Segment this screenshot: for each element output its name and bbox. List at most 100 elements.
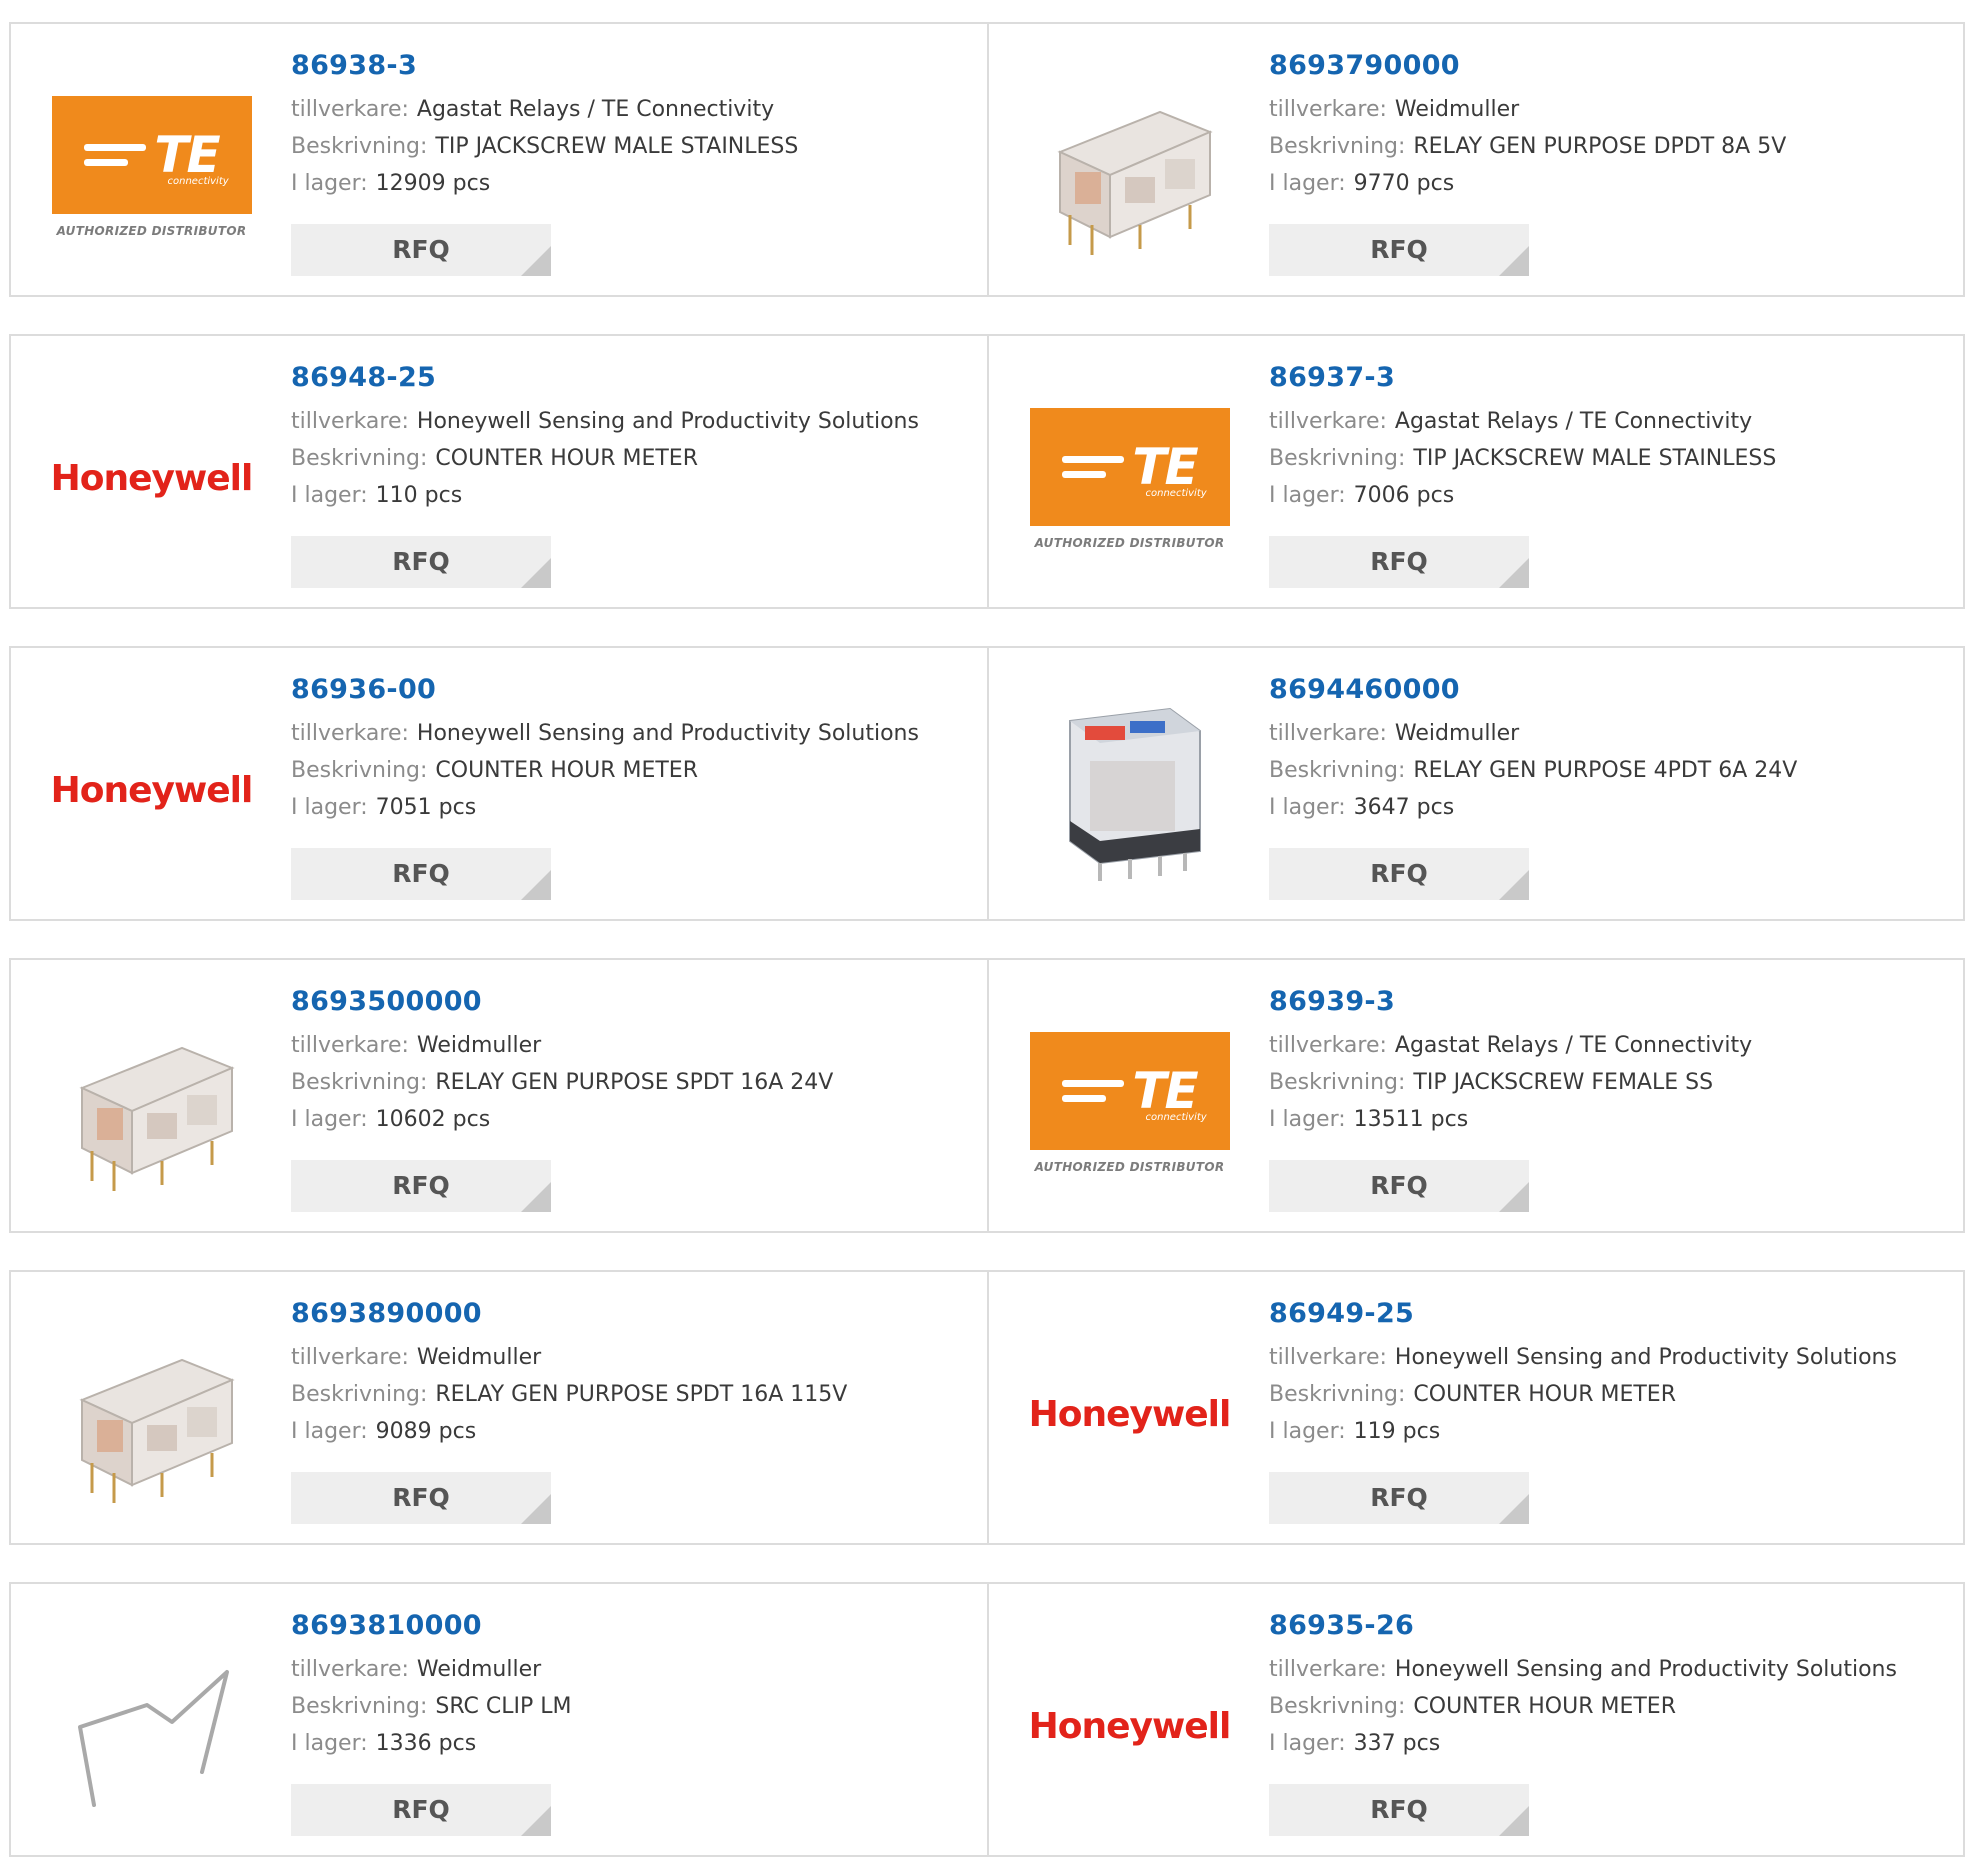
- rfq-button[interactable]: RFQ: [291, 848, 551, 900]
- stock-line: I lager: 12909 pcs: [291, 165, 967, 202]
- manufacturer-value: Weidmuller: [1394, 97, 1520, 122]
- description-value: COUNTER HOUR METER: [435, 446, 698, 471]
- manufacturer-label: tillverkare:: [291, 409, 409, 434]
- stock-label: I lager:: [291, 1107, 368, 1132]
- manufacturer-line: tillverkare: Agastat Relays / TE Connecti…: [1269, 1027, 1943, 1064]
- stock-value: 9089 pcs: [375, 1419, 477, 1444]
- rfq-button[interactable]: RFQ: [291, 1160, 551, 1212]
- description-value: TIP JACKSCREW MALE STAINLESS: [1413, 446, 1777, 471]
- stock-value: 3647 pcs: [1353, 795, 1455, 820]
- product-card: Honeywell 86949-25 tillverkare: Honeywell …: [987, 1272, 1963, 1543]
- part-number-link[interactable]: 86949-25: [1269, 1300, 1943, 1327]
- product-card: Honeywell 86948-25 tillverkare: Honeywell …: [11, 336, 987, 607]
- stock-value: 13511 pcs: [1353, 1107, 1469, 1132]
- rfq-button[interactable]: RFQ: [1269, 1160, 1529, 1212]
- part-number-link[interactable]: 86948-25: [291, 364, 967, 391]
- description-line: Beskrivning: COUNTER HOUR METER: [1269, 1688, 1943, 1725]
- product-row: Honeywell 86936-00 tillverkare: Honeywell …: [9, 646, 1965, 921]
- rfq-button[interactable]: RFQ: [291, 536, 551, 588]
- manufacturer-line: tillverkare: Weidmuller: [1269, 91, 1943, 128]
- rfq-button[interactable]: RFQ: [291, 1472, 551, 1524]
- stock-line: I lager: 13511 pcs: [1269, 1101, 1943, 1138]
- product-row: 8693890000 tillverkare: Weidmuller Beskrivn…: [9, 1270, 1965, 1545]
- rfq-button[interactable]: RFQ: [1269, 848, 1529, 900]
- part-number-link[interactable]: 86936-00: [291, 676, 967, 703]
- product-thumbnail[interactable]: TE connectivity AUTHORIZED DISTRIBUTOR: [49, 64, 254, 269]
- authorized-distributor-text: AUTHORIZED DISTRIBUTOR: [56, 223, 247, 238]
- manufacturer-line: tillverkare: Agastat Relays / TE Connecti…: [1269, 403, 1943, 440]
- description-label: Beskrivning:: [1269, 1694, 1406, 1719]
- te-connectivity-logo: TE connectivity AUTHORIZED DISTRIBUTOR: [1029, 407, 1230, 550]
- product-thumbnail[interactable]: TE connectivity AUTHORIZED DISTRIBUTOR: [1027, 376, 1232, 581]
- description-line: Beskrivning: TIP JACKSCREW FEMALE SS: [1269, 1064, 1943, 1101]
- description-label: Beskrivning:: [291, 1070, 428, 1095]
- corner-triangle-icon: [1499, 1806, 1529, 1836]
- wire-clip-image: [52, 1627, 252, 1827]
- part-number-link[interactable]: 86939-3: [1269, 988, 1943, 1015]
- stock-label: I lager:: [1269, 795, 1346, 820]
- description-label: Beskrivning:: [291, 134, 428, 159]
- manufacturer-value: Agastat Relays / TE Connectivity: [416, 97, 775, 122]
- product-thumbnail[interactable]: [1027, 64, 1232, 269]
- product-thumbnail[interactable]: Honeywell: [1027, 1312, 1232, 1517]
- manufacturer-value: Agastat Relays / TE Connectivity: [1394, 1033, 1753, 1058]
- description-value: TIP JACKSCREW FEMALE SS: [1413, 1070, 1714, 1095]
- relay-image: [52, 1003, 252, 1203]
- product-thumbnail[interactable]: [49, 1624, 254, 1829]
- product-row: Honeywell 86948-25 tillverkare: Honeywell …: [9, 334, 1965, 609]
- part-number-link[interactable]: 8693890000: [291, 1300, 967, 1327]
- part-number-link[interactable]: 86938-3: [291, 52, 967, 79]
- description-label: Beskrivning:: [291, 758, 428, 783]
- rfq-button[interactable]: RFQ: [1269, 224, 1529, 276]
- part-number-link[interactable]: 8694460000: [1269, 676, 1943, 703]
- honeywell-logo: Honeywell: [1028, 1706, 1232, 1747]
- part-number-link[interactable]: 8693500000: [291, 988, 967, 1015]
- te-connectivity-logo: TE connectivity AUTHORIZED DISTRIBUTOR: [1029, 1031, 1230, 1174]
- manufacturer-line: tillverkare: Honeywell Sensing and Produc…: [291, 403, 967, 440]
- rfq-button[interactable]: RFQ: [291, 1784, 551, 1836]
- stock-line: I lager: 10602 pcs: [291, 1101, 967, 1138]
- part-number-link[interactable]: 8693810000: [291, 1612, 967, 1639]
- product-thumbnail[interactable]: Honeywell: [1027, 1624, 1232, 1829]
- product-thumbnail[interactable]: Honeywell: [49, 376, 254, 581]
- description-label: Beskrivning:: [1269, 134, 1406, 159]
- description-value: COUNTER HOUR METER: [1413, 1694, 1676, 1719]
- manufacturer-value: Honeywell Sensing and Productivity Solut…: [1394, 1657, 1897, 1682]
- product-thumbnail[interactable]: [1027, 688, 1232, 893]
- authorized-distributor-text: AUTHORIZED DISTRIBUTOR: [1034, 535, 1225, 550]
- stock-value: 1336 pcs: [375, 1731, 477, 1756]
- description-label: Beskrivning:: [1269, 1382, 1406, 1407]
- part-number-link[interactable]: 8693790000: [1269, 52, 1943, 79]
- corner-triangle-icon: [521, 1494, 551, 1524]
- product-card: 8693790000 tillverkare: Weidmuller Beskrivn…: [987, 24, 1963, 295]
- relay-image: [52, 1315, 252, 1515]
- honeywell-logo: Honeywell: [50, 458, 254, 499]
- rfq-button[interactable]: RFQ: [291, 224, 551, 276]
- manufacturer-value: Honeywell Sensing and Productivity Solut…: [416, 721, 919, 746]
- stock-line: I lager: 9770 pcs: [1269, 165, 1943, 202]
- part-number-link[interactable]: 86935-26: [1269, 1612, 1943, 1639]
- corner-triangle-icon: [1499, 246, 1529, 276]
- description-label: Beskrivning:: [1269, 446, 1406, 471]
- stock-label: I lager:: [1269, 171, 1346, 196]
- product-thumbnail[interactable]: [49, 1312, 254, 1517]
- manufacturer-line: tillverkare: Honeywell Sensing and Produc…: [1269, 1651, 1943, 1688]
- rfq-button[interactable]: RFQ: [1269, 1784, 1529, 1836]
- part-number-link[interactable]: 86937-3: [1269, 364, 1943, 391]
- manufacturer-label: tillverkare:: [1269, 409, 1387, 434]
- honeywell-logo: Honeywell: [50, 770, 254, 811]
- product-thumbnail[interactable]: TE connectivity AUTHORIZED DISTRIBUTOR: [1027, 1000, 1232, 1205]
- description-line: Beskrivning: RELAY GEN PURPOSE 4PDT 6A 24…: [1269, 752, 1943, 789]
- stock-line: I lager: 110 pcs: [291, 477, 967, 514]
- rfq-button[interactable]: RFQ: [1269, 1472, 1529, 1524]
- relay-image: [1030, 67, 1230, 267]
- stock-line: I lager: 1336 pcs: [291, 1725, 967, 1762]
- manufacturer-line: tillverkare: Honeywell Sensing and Produc…: [291, 715, 967, 752]
- rfq-button[interactable]: RFQ: [1269, 536, 1529, 588]
- description-line: Beskrivning: COUNTER HOUR METER: [1269, 1376, 1943, 1413]
- product-card: TE connectivity AUTHORIZED DISTRIBUTOR 8…: [987, 336, 1963, 607]
- product-thumbnail[interactable]: Honeywell: [49, 688, 254, 893]
- product-thumbnail[interactable]: [49, 1000, 254, 1205]
- manufacturer-line: tillverkare: Agastat Relays / TE Connecti…: [291, 91, 967, 128]
- te-connectivity-logo: TE connectivity AUTHORIZED DISTRIBUTOR: [51, 95, 252, 238]
